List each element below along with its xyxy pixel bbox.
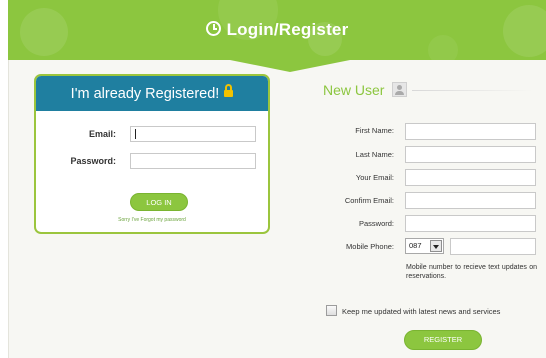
newsletter-checkbox[interactable]: [326, 305, 337, 316]
mobile-phone-label: Mobile Phone:: [346, 242, 394, 251]
reg-password-label: Password:: [358, 219, 394, 228]
chevron-down-icon[interactable]: [430, 240, 442, 252]
user-card-icon: [392, 82, 407, 97]
page-title-text: Login/Register: [226, 20, 349, 39]
first-name-field[interactable]: [405, 123, 536, 140]
page-title: Login/Register: [8, 20, 546, 40]
header-notch: [230, 60, 350, 72]
register-button[interactable]: REGISTER: [404, 330, 482, 350]
mobile-note: Mobile number to recieve text updates on…: [406, 264, 537, 280]
phone-prefix-select[interactable]: 087: [405, 238, 444, 254]
email-field[interactable]: [130, 126, 256, 142]
clock-icon: [205, 21, 221, 36]
login-heading: I'm already Registered!: [36, 76, 268, 111]
lock-icon: [224, 84, 234, 97]
forgot-password-link[interactable]: Sorry I've Forgot my password: [36, 217, 268, 223]
email-label: Email:: [88, 129, 116, 139]
password-field[interactable]: [130, 153, 256, 169]
last-name-label: Last Name:: [355, 150, 394, 159]
newsletter-label: Keep me updated with latest news and ser…: [342, 307, 501, 316]
login-button[interactable]: LOG IN: [130, 193, 188, 211]
confirm-email-label: Confirm Email:: [344, 196, 394, 205]
last-name-field[interactable]: [405, 146, 536, 163]
confirm-email-field[interactable]: [405, 192, 536, 209]
phone-prefix-value: 087: [409, 241, 422, 250]
login-panel: I'm already Registered! Email: Password:…: [34, 74, 270, 234]
your-email-field[interactable]: [405, 169, 536, 186]
login-heading-text: I'm already Registered!: [70, 86, 220, 102]
new-user-heading: New User: [323, 82, 385, 98]
reg-password-field[interactable]: [405, 215, 536, 232]
password-label: Password:: [70, 156, 116, 166]
your-email-label: Your Email:: [355, 173, 394, 182]
first-name-label: First Name:: [355, 126, 394, 135]
header-banner: Login/Register: [8, 0, 546, 60]
mobile-phone-field[interactable]: [450, 238, 536, 255]
text-caret: [135, 129, 136, 139]
heading-divider: [412, 90, 532, 91]
